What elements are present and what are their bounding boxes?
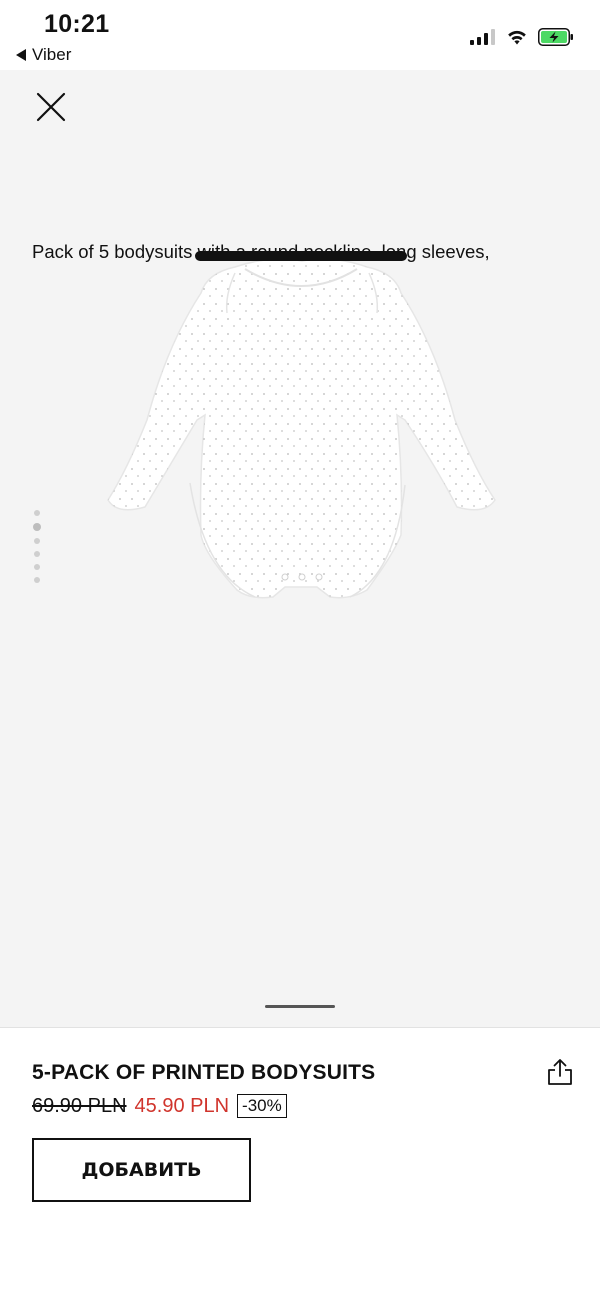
battery-charging-icon [538, 28, 573, 46]
product-gallery[interactable] [0, 70, 600, 1027]
sale-price: 45.90 PLN [134, 1094, 230, 1117]
drag-handle[interactable] [265, 1005, 335, 1008]
discount-badge: -30% [237, 1094, 287, 1118]
share-icon[interactable] [546, 1057, 574, 1087]
gallery-dot[interactable] [34, 564, 40, 570]
cellular-signal-icon [470, 29, 495, 45]
product-title: 5-PACK OF PRINTED BODYSUITS [32, 1061, 376, 1084]
back-app-label: Viber [32, 45, 72, 64]
gallery-pagination[interactable] [33, 510, 41, 583]
gallery-dot[interactable] [34, 577, 40, 583]
gallery-dot[interactable] [34, 551, 40, 557]
gallery-dot[interactable] [34, 538, 40, 544]
product-image[interactable] [105, 255, 500, 630]
add-to-cart-button[interactable]: ДОБАВИТЬ [32, 1138, 251, 1202]
wifi-icon [508, 30, 526, 45]
close-icon[interactable] [32, 88, 70, 126]
gallery-dot[interactable] [34, 510, 40, 516]
product-info-panel: 5-PACK OF PRINTED BODYSUITS 69.90 PLN 45… [0, 1027, 600, 1298]
back-triangle-icon [16, 49, 26, 61]
back-to-app-link[interactable]: Viber [16, 45, 71, 65]
clock: 10:21 [44, 10, 110, 38]
price-row: 69.90 PLN 45.90 PLN -30% [32, 1094, 287, 1118]
redaction-bar [195, 251, 407, 261]
status-bar: 10:21 Viber [0, 0, 600, 70]
old-price: 69.90 PLN [32, 1094, 127, 1117]
gallery-dot-active[interactable] [33, 523, 41, 531]
